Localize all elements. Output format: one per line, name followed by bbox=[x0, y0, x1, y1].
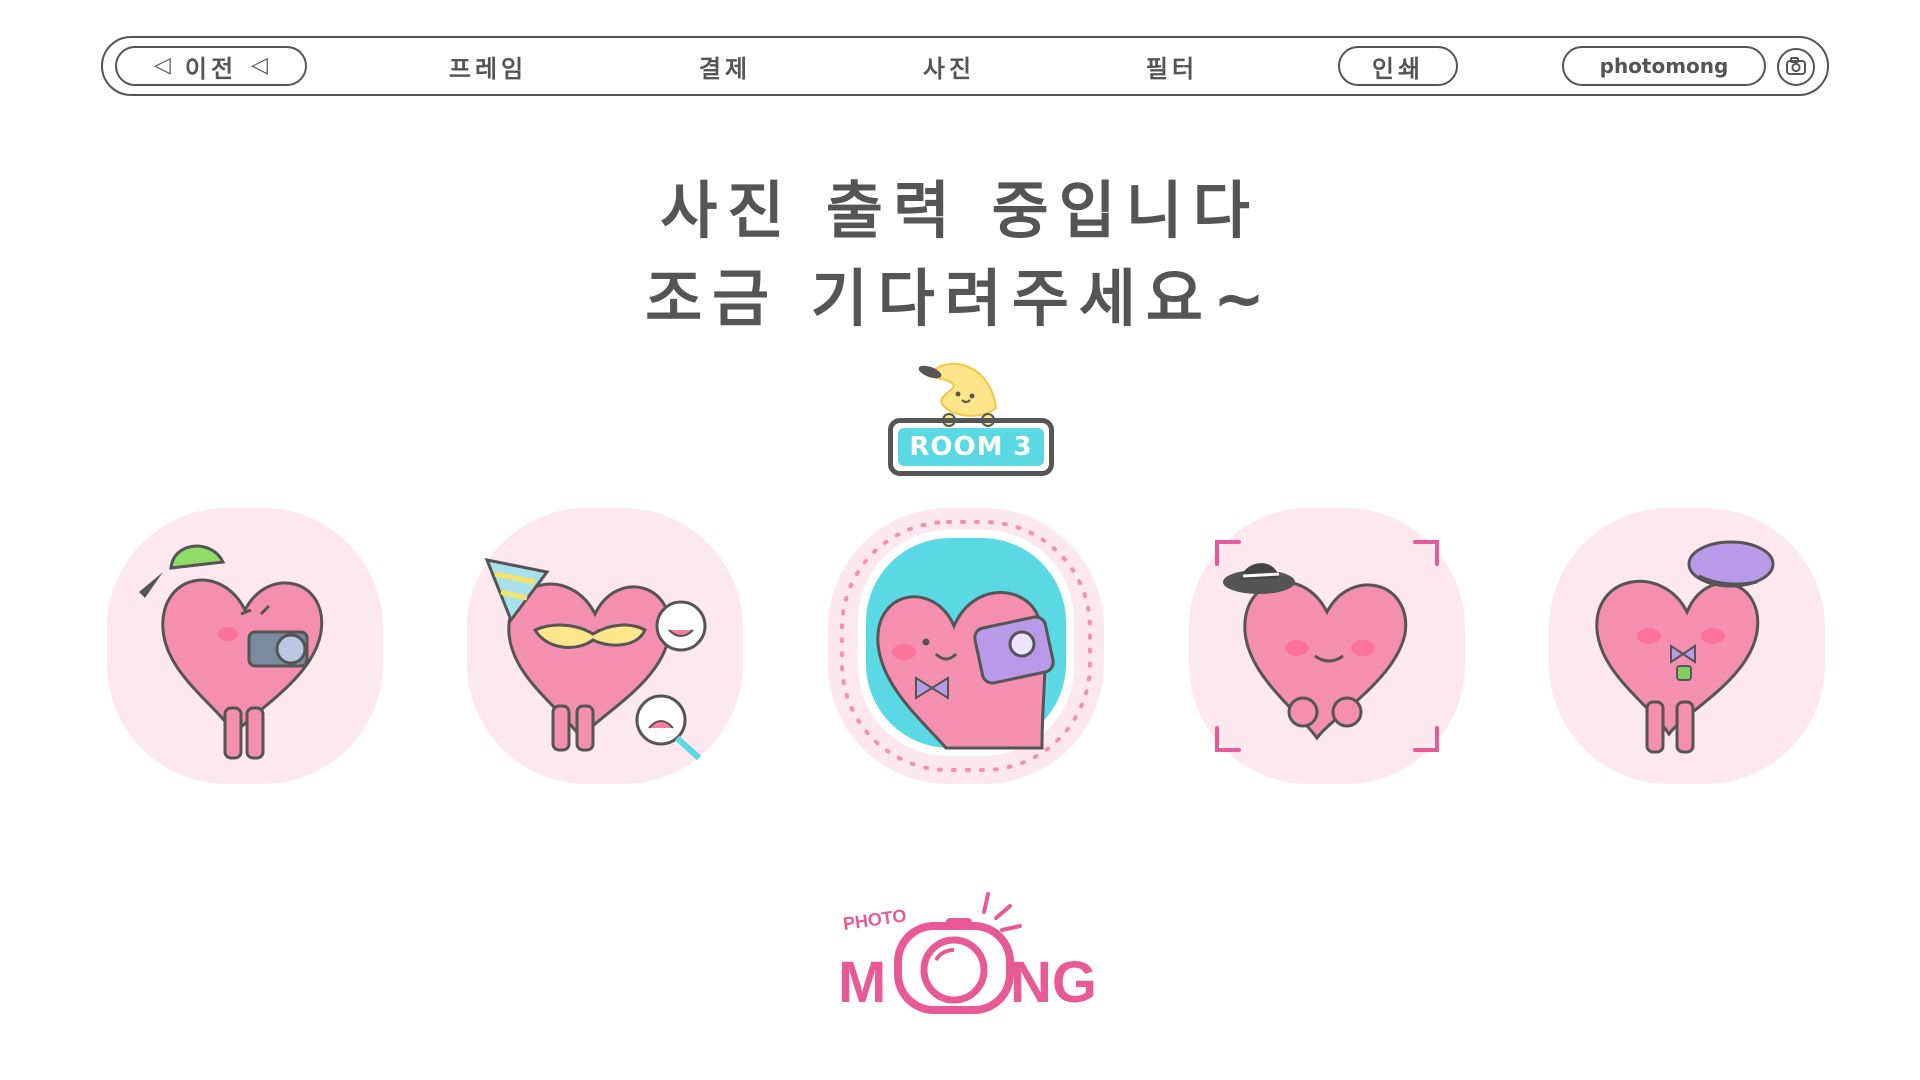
nav-item-print-active[interactable]: 인쇄 bbox=[1338, 46, 1458, 86]
room-label: ROOM 3 bbox=[909, 432, 1033, 462]
character-card-party bbox=[461, 502, 749, 790]
heart-captain-hat-icon bbox=[1549, 508, 1825, 784]
camera-icon[interactable] bbox=[1776, 47, 1816, 87]
character-card-captain bbox=[1543, 502, 1831, 790]
svg-text:M: M bbox=[838, 950, 886, 1015]
heart-hat-frame-icon bbox=[1189, 508, 1465, 784]
nav-item-print-label: 인쇄 bbox=[1371, 54, 1425, 83]
status-heading-line2: 조금 기다려주세요~ bbox=[645, 262, 1275, 335]
heart-with-camera-icon bbox=[107, 508, 383, 784]
photomong-logo: PHOTO M NG bbox=[838, 892, 1096, 1015]
character-card-camera bbox=[101, 502, 389, 790]
nav-item-payment[interactable]: 결제 bbox=[699, 49, 751, 84]
character-card-hat-frame bbox=[1183, 502, 1471, 790]
heart-photo-selected-icon bbox=[828, 508, 1104, 784]
back-arrow-icon: ◁ bbox=[153, 53, 171, 78]
room-badge: ROOM 3 bbox=[888, 418, 1054, 476]
back-label: 이전 bbox=[184, 54, 238, 83]
nav-item-filter[interactable]: 필터 bbox=[1146, 49, 1198, 84]
svg-text:PHOTO: PHOTO bbox=[842, 905, 908, 934]
back-button[interactable]: ◁ 이전 ◁ bbox=[115, 46, 307, 86]
top-nav: ◁ 이전 ◁ 프레임 결제 사진 필터 인쇄 photomong bbox=[101, 36, 1829, 96]
brand-badge: photomong bbox=[1562, 46, 1766, 86]
brand-label: photomong bbox=[1599, 54, 1729, 78]
svg-text:NG: NG bbox=[1010, 950, 1096, 1015]
nav-item-photo[interactable]: 사진 bbox=[923, 49, 975, 84]
back-arrow-icon: ◁ bbox=[251, 53, 268, 78]
character-card-photo-selected bbox=[822, 502, 1110, 790]
status-heading-line1: 사진 출력 중입니다 bbox=[660, 174, 1260, 247]
heart-party-masks-icon bbox=[467, 508, 743, 784]
nav-item-frame[interactable]: 프레임 bbox=[449, 49, 527, 84]
